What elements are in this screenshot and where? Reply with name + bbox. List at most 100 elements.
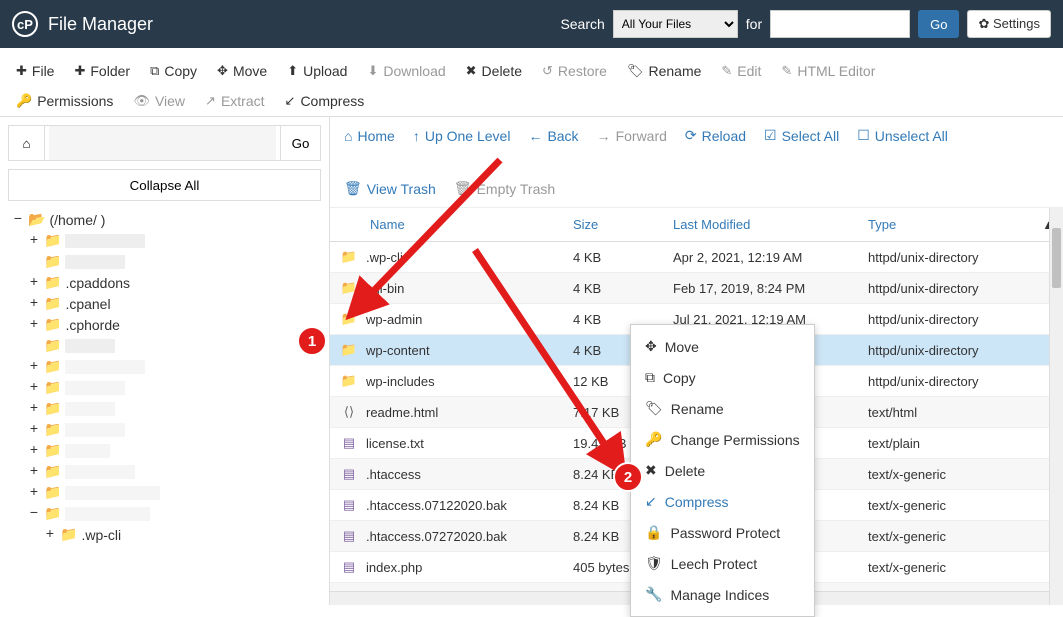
nav-view-trash[interactable]: 🗑View Trash xyxy=(344,180,436,197)
tree-node[interactable]: +📁.wp-cli xyxy=(8,524,321,545)
tree-node[interactable]: +📁 xyxy=(8,377,321,398)
file-type: text/plain xyxy=(860,436,1063,451)
move-button[interactable]: ✥Move xyxy=(207,56,277,86)
expand-icon[interactable]: + xyxy=(28,275,40,291)
tree-node[interactable]: −📁 xyxy=(8,503,321,524)
collapse-all-button[interactable]: Collapse All xyxy=(8,169,321,201)
tree-node[interactable]: +📁.cphorde xyxy=(8,314,321,335)
tree-root[interactable]: −📂(/home/ ) xyxy=(8,209,321,230)
nav-empty-trash[interactable]: 🗑Empty Trash xyxy=(454,180,555,197)
expand-icon[interactable]: + xyxy=(44,527,56,543)
copy-button[interactable]: ⧉Copy xyxy=(140,56,207,86)
expand-icon[interactable]: + xyxy=(28,233,40,249)
search-go-button[interactable]: Go xyxy=(918,10,959,38)
ctx-delete[interactable]: ✖Delete xyxy=(631,455,814,486)
expand-icon[interactable]: + xyxy=(28,401,40,417)
folder-icon: 📁 xyxy=(60,526,77,543)
settings-button[interactable]: ✿ Settings xyxy=(967,10,1051,38)
file-name: .wp-cli xyxy=(358,250,565,265)
tree-node[interactable]: +📁.cpanel xyxy=(8,293,321,314)
expand-icon[interactable]: + xyxy=(28,317,40,333)
app-title: File Manager xyxy=(48,14,153,35)
nav-reload[interactable]: ⟳Reload xyxy=(685,127,746,144)
delete-icon: ✖ xyxy=(466,63,477,79)
ctx-manage[interactable]: 🔧Manage Indices xyxy=(631,579,814,610)
tree-node[interactable]: +📁 xyxy=(8,230,321,251)
nav-forward[interactable]: →Forward xyxy=(597,127,667,144)
move-icon: ✥ xyxy=(645,338,657,355)
pencil-icon: ✎ xyxy=(721,63,732,79)
tree-node[interactable]: +📁 xyxy=(8,419,321,440)
collapse-icon[interactable]: − xyxy=(12,212,24,228)
nav-up[interactable]: ↑Up One Level xyxy=(413,127,511,144)
ctx-leech[interactable]: 🛡Leech Protect xyxy=(631,548,814,579)
col-type[interactable]: Type▲ xyxy=(860,208,1063,241)
scrollbar-thumb[interactable] xyxy=(1052,228,1061,288)
search-scope-select[interactable]: All Your Files xyxy=(613,10,738,38)
expand-icon[interactable]: + xyxy=(28,485,40,501)
gear-icon: ✿ xyxy=(978,16,989,31)
file-type: text/x-generic xyxy=(860,560,1063,575)
file-type: text/html xyxy=(860,405,1063,420)
scrollbar-vertical[interactable] xyxy=(1049,208,1063,605)
expand-icon[interactable]: + xyxy=(28,443,40,459)
tree-node[interactable]: +📁 xyxy=(8,440,321,461)
ctx-compress[interactable]: ↙Compress xyxy=(631,486,814,517)
expand-icon[interactable]: + xyxy=(28,359,40,375)
forward-icon: → xyxy=(597,128,611,144)
path-input[interactable] xyxy=(49,126,276,160)
tree-node[interactable]: +📁 xyxy=(8,356,321,377)
tree-node[interactable]: +📁.cpaddons xyxy=(8,272,321,293)
col-modified[interactable]: Last Modified xyxy=(665,208,860,241)
ctx-permissions[interactable]: 🔑Change Permissions xyxy=(631,424,814,455)
ctx-copy[interactable]: ⧉Copy xyxy=(631,362,814,393)
delete-button[interactable]: ✖Delete xyxy=(456,56,532,86)
expand-icon[interactable]: + xyxy=(28,380,40,396)
col-name[interactable]: Name xyxy=(330,208,565,241)
edit-button[interactable]: ✎Edit xyxy=(711,56,771,86)
restore-button[interactable]: ↺Restore xyxy=(532,56,617,86)
lock-icon: 🔒 xyxy=(645,524,662,541)
path-go-button[interactable]: Go xyxy=(280,126,320,160)
key-icon: 🔑 xyxy=(16,93,32,109)
nav-back[interactable]: ←Back xyxy=(528,127,578,144)
expand-icon[interactable]: + xyxy=(28,464,40,480)
search-input[interactable] xyxy=(770,10,910,38)
compress-button[interactable]: ↙Compress xyxy=(275,86,375,116)
table-row[interactable]: 📁.wp-cli4 KBApr 2, 2021, 12:19 AMhttpd/u… xyxy=(330,242,1063,273)
nav-select-all[interactable]: ☑Select All xyxy=(764,127,839,144)
nav-home[interactable]: ⌂Home xyxy=(344,127,395,144)
folder-icon: 📁 xyxy=(44,484,61,501)
home-button[interactable]: ⌂ xyxy=(9,126,45,160)
tree-node[interactable]: +📁 xyxy=(8,461,321,482)
tree-node[interactable]: 📁 xyxy=(8,251,321,272)
ctx-password[interactable]: 🔒Password Protect xyxy=(631,517,814,548)
new-file-button[interactable]: ✚File xyxy=(6,56,64,86)
permissions-button[interactable]: 🔑Permissions xyxy=(6,86,123,116)
home-icon: ⌂ xyxy=(22,136,30,151)
tree-node[interactable]: 📁 xyxy=(8,335,321,356)
file-icon: ▤ xyxy=(330,528,358,544)
extract-button[interactable]: ↗Extract xyxy=(195,86,274,116)
collapse-icon[interactable]: − xyxy=(28,506,40,522)
plus-icon: ✚ xyxy=(74,63,85,79)
col-size[interactable]: Size xyxy=(565,208,665,241)
ctx-move[interactable]: ✥Move xyxy=(631,331,814,362)
file-icon: ▤ xyxy=(330,466,358,482)
ctx-rename[interactable]: 🏷Rename xyxy=(631,393,814,424)
tree-node[interactable]: +📁 xyxy=(8,482,321,503)
shield-icon: 🛡 xyxy=(645,555,663,572)
html-editor-button[interactable]: ✎HTML Editor xyxy=(771,56,885,86)
table-row[interactable]: 📁cgi-bin4 KBFeb 17, 2019, 8:24 PMhttpd/u… xyxy=(330,273,1063,304)
view-button[interactable]: 👁View xyxy=(123,86,195,116)
rename-button[interactable]: 🏷Rename xyxy=(617,56,711,86)
download-icon: ⬇ xyxy=(367,63,378,79)
nav-unselect-all[interactable]: ☐Unselect All xyxy=(857,127,948,144)
expand-icon[interactable]: + xyxy=(28,296,40,312)
tree-node[interactable]: +📁 xyxy=(8,398,321,419)
folder-icon: 📁 xyxy=(44,232,61,249)
expand-icon[interactable]: + xyxy=(28,422,40,438)
upload-button[interactable]: ⬆Upload xyxy=(277,56,357,86)
new-folder-button[interactable]: ✚Folder xyxy=(64,56,140,86)
download-button[interactable]: ⬇Download xyxy=(357,56,455,86)
